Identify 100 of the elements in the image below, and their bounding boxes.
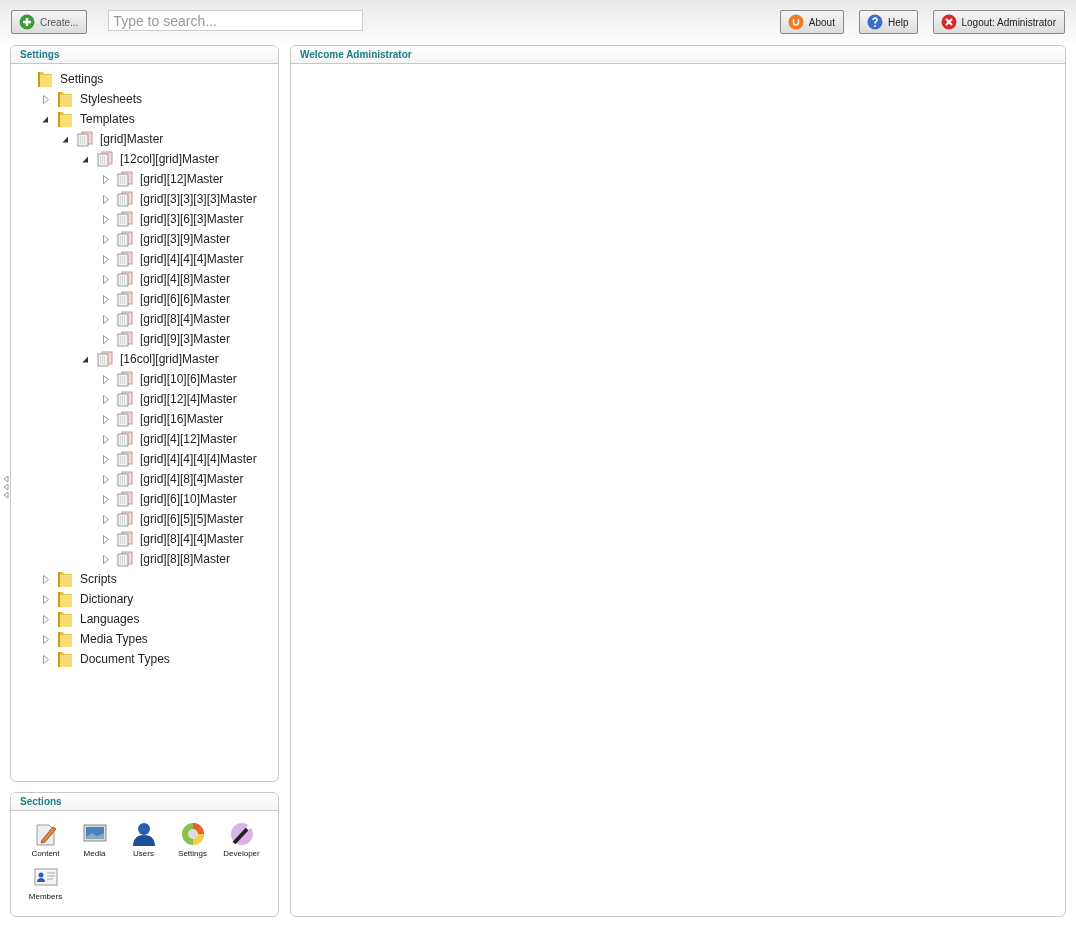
help-button[interactable]: Help <box>858 10 918 34</box>
expand-arrow-icon[interactable] <box>102 234 109 244</box>
expand-arrow-icon[interactable] <box>102 194 109 204</box>
tree-item[interactable]: [grid][8][4][4]Master <box>140 532 244 546</box>
expand-arrow-icon[interactable] <box>102 294 109 304</box>
tree-item[interactable]: [grid][6][6]Master <box>140 292 231 306</box>
tree-item[interactable]: [grid][4][8]Master <box>140 272 231 286</box>
tree-item[interactable]: Languages <box>80 612 140 626</box>
about-button[interactable]: About <box>779 10 844 34</box>
collapse-arrow-icon[interactable] <box>82 154 89 164</box>
section-link[interactable]: Settings <box>178 849 207 858</box>
tree-item[interactable]: [grid][10][6]Master <box>140 372 237 386</box>
expand-arrow-icon[interactable] <box>102 494 109 504</box>
template-icon <box>117 490 133 508</box>
panel-title: Welcome Administrator <box>291 46 1065 64</box>
template-icon <box>117 290 133 308</box>
tree-item[interactable]: Media Types <box>80 632 148 646</box>
template-icon <box>117 370 133 388</box>
template-icon <box>117 230 133 248</box>
tree-item[interactable]: [grid][6][10]Master <box>140 492 237 506</box>
expand-arrow-icon[interactable] <box>42 614 49 624</box>
template-icon <box>117 310 133 328</box>
tree-item[interactable]: [grid][4][4][4][4]Master <box>140 452 257 466</box>
expand-arrow-icon[interactable] <box>102 394 109 404</box>
tree-item[interactable]: [grid][6][5][5]Master <box>140 512 244 526</box>
expand-arrow-icon[interactable] <box>102 314 109 324</box>
tree-item[interactable]: [grid]Master <box>100 132 164 146</box>
tree-item[interactable]: [grid][9][3]Master <box>140 332 231 346</box>
expand-arrow-icon[interactable] <box>102 474 109 484</box>
tree-item[interactable]: [12col][grid]Master <box>120 152 219 166</box>
tree-item[interactable]: [grid][12]Master <box>140 172 224 186</box>
logout-button[interactable]: Logout: Administrator <box>932 10 1065 34</box>
panel-title: Sections <box>11 793 278 811</box>
expand-arrow-icon[interactable] <box>42 574 49 584</box>
close-icon <box>940 14 957 30</box>
section-link[interactable]: Members <box>28 892 63 901</box>
section-link[interactable]: Users <box>133 849 154 858</box>
collapse-arrow-icon[interactable] <box>82 354 89 364</box>
tree-item[interactable]: Settings <box>60 72 104 86</box>
tree-item[interactable]: [grid][8][4]Master <box>140 312 231 326</box>
expand-arrow-icon[interactable] <box>102 454 109 464</box>
template-icon <box>117 410 133 428</box>
collapse-arrow-icon[interactable] <box>62 134 69 144</box>
tree-item[interactable]: Scripts <box>80 572 117 586</box>
person-icon[interactable] <box>130 821 157 847</box>
expand-arrow-icon[interactable] <box>102 534 109 544</box>
expand-arrow-icon[interactable] <box>102 254 109 264</box>
create-button[interactable]: Create... <box>11 10 88 34</box>
tree-item[interactable]: [grid][4][4][4]Master <box>140 252 244 266</box>
tree-item[interactable]: [grid][4][12]Master <box>140 432 237 446</box>
tree-item[interactable]: [grid][4][8][4]Master <box>140 472 244 486</box>
template-icon <box>117 450 133 468</box>
template-icon <box>117 170 133 188</box>
expand-arrow-icon[interactable] <box>102 174 109 184</box>
expand-arrow-icon[interactable] <box>42 94 49 104</box>
tree-item[interactable]: [grid][8][8]Master <box>140 552 231 566</box>
expand-arrow-icon[interactable] <box>102 374 109 384</box>
logo-icon <box>787 14 804 30</box>
folder-icon <box>57 570 73 588</box>
folder-icon <box>57 650 73 668</box>
collapse-handle-icon[interactable] <box>3 475 9 499</box>
tree-item[interactable]: Document Types <box>80 652 170 666</box>
expand-arrow-icon[interactable] <box>42 654 49 664</box>
folder-icon <box>37 70 53 88</box>
template-icon <box>117 330 133 348</box>
help-icon <box>866 14 883 30</box>
magic-wand-icon[interactable] <box>228 821 255 847</box>
section-link[interactable]: Content <box>31 849 60 858</box>
expand-arrow-icon[interactable] <box>102 514 109 524</box>
section-link[interactable]: Media <box>83 849 106 858</box>
expand-arrow-icon[interactable] <box>102 214 109 224</box>
template-icon <box>117 250 133 268</box>
tree-item[interactable]: [grid][3][6][3]Master <box>140 212 244 226</box>
template-icon <box>117 190 133 208</box>
template-icon <box>97 350 113 368</box>
template-icon <box>117 390 133 408</box>
tree-item[interactable]: Dictionary <box>80 592 134 606</box>
tree-item[interactable]: [grid][3][9]Master <box>140 232 231 246</box>
template-icon <box>117 210 133 228</box>
template-icon <box>117 530 133 548</box>
expand-arrow-icon[interactable] <box>102 274 109 284</box>
tree-item[interactable]: [grid][3][3][3][3]Master <box>140 192 257 206</box>
expand-arrow-icon[interactable] <box>102 414 109 424</box>
tree-item[interactable]: Templates <box>80 112 135 126</box>
expand-arrow-icon[interactable] <box>102 434 109 444</box>
expand-arrow-icon[interactable] <box>42 634 49 644</box>
tree-item[interactable]: [grid][16]Master <box>140 412 224 426</box>
expand-arrow-icon[interactable] <box>102 554 109 564</box>
tree-item[interactable]: [16col][grid]Master <box>120 352 219 366</box>
tree-item[interactable]: [grid][12][4]Master <box>140 392 237 406</box>
color-sphere-icon[interactable] <box>179 821 206 847</box>
tree-item[interactable]: Stylesheets <box>80 92 143 106</box>
search-field[interactable]: Type to search... <box>108 10 364 31</box>
expand-arrow-icon[interactable] <box>102 334 109 344</box>
section-link[interactable]: Developer <box>223 849 260 858</box>
expand-arrow-icon[interactable] <box>42 594 49 604</box>
collapse-arrow-icon[interactable] <box>42 114 49 124</box>
folder-icon <box>57 630 73 648</box>
template-icon <box>117 550 133 568</box>
template-icon <box>97 150 113 168</box>
